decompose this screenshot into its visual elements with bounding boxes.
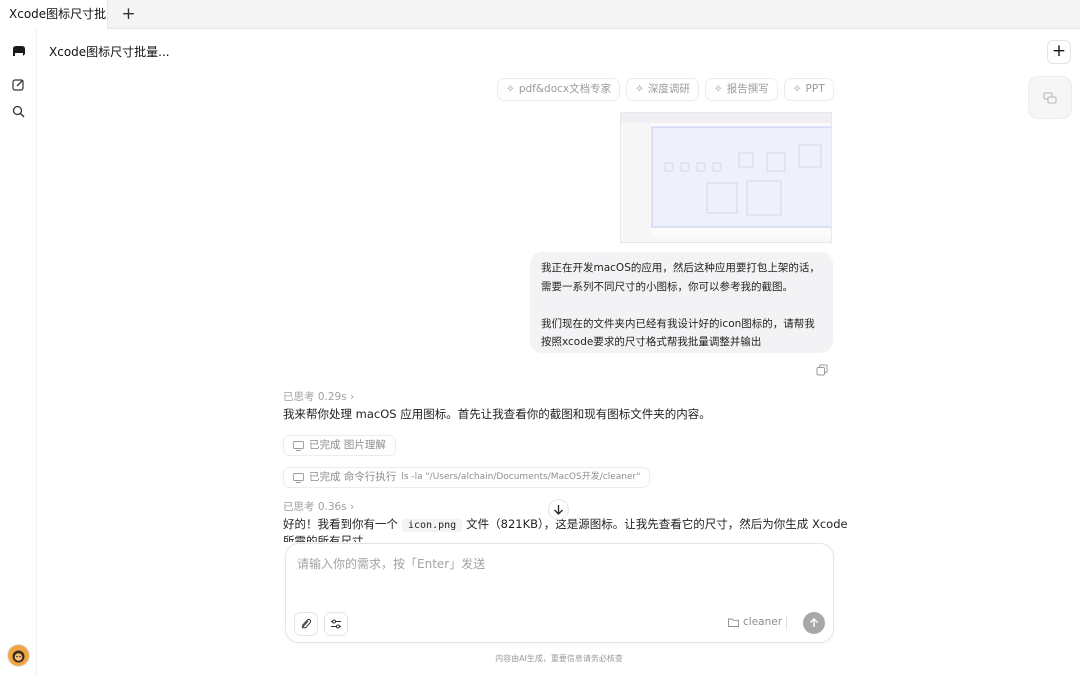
tool-icon bbox=[293, 472, 304, 483]
panel-toggle-button[interactable] bbox=[1028, 76, 1072, 119]
tool-icon bbox=[293, 440, 304, 451]
message-input[interactable] bbox=[297, 557, 817, 571]
switch-panel-icon bbox=[1043, 92, 1057, 103]
arrow-down-icon bbox=[554, 505, 563, 515]
tab-active[interactable]: Xcode图标尺寸批... bbox=[0, 0, 108, 29]
composer: cleaner bbox=[285, 543, 834, 643]
think-toggle[interactable]: 已思考 0.36s › bbox=[283, 499, 354, 514]
copy-icon[interactable] bbox=[816, 361, 829, 376]
assistant-reply: 我来帮你处理 macOS 应用图标。首先让我查看你的截图和现有图标文件夹的内容。 bbox=[283, 407, 711, 421]
folder-icon bbox=[728, 618, 739, 627]
sparkle-icon: ✧ bbox=[635, 83, 644, 95]
attach-button[interactable] bbox=[294, 612, 318, 636]
attached-screenshot[interactable] bbox=[620, 112, 832, 243]
edit-icon[interactable] bbox=[10, 76, 27, 93]
divider bbox=[786, 616, 787, 630]
user-message-line: 我们现在的文件夹内已经有我设计好的icon图标的，请帮我按照xcode要求的尺寸… bbox=[541, 317, 815, 349]
send-button[interactable] bbox=[803, 612, 825, 634]
plus-icon[interactable]: + bbox=[119, 5, 138, 24]
new-chat-button[interactable]: + bbox=[1047, 40, 1071, 64]
sparkle-icon: ✧ bbox=[713, 83, 723, 95]
paperclip-icon bbox=[301, 618, 312, 629]
user-message-bubble: 我正在开发macOS的应用，然后这种应用要打包上架的话，需要一系列不同尺寸的小图… bbox=[530, 252, 833, 353]
assistant-reply: 所需的所有尺寸 bbox=[283, 534, 364, 542]
skill-chip-report[interactable]: ✧ 报告撰写 bbox=[704, 78, 778, 101]
search-icon[interactable] bbox=[10, 103, 27, 120]
settings-button[interactable] bbox=[324, 612, 348, 636]
sliders-icon bbox=[331, 619, 341, 629]
think-toggle[interactable]: 已思考 0.29s › bbox=[283, 389, 354, 404]
sparkle-icon: ✧ bbox=[506, 83, 515, 95]
status-pill[interactable]: 已完成 图片理解 bbox=[283, 435, 396, 456]
left-rail bbox=[0, 29, 37, 676]
inline-code: icon.png bbox=[402, 519, 463, 532]
skill-chip-ppt[interactable]: ✧ PPT bbox=[783, 78, 834, 101]
skill-chips: ✧ pdf&docx文档专家 ✧ 深度调研 ✧ 报告撰写 ✧ PPT bbox=[497, 78, 834, 101]
logo-icon[interactable] bbox=[10, 42, 27, 59]
folder-selector[interactable]: cleaner bbox=[728, 616, 782, 628]
arrow-up-icon bbox=[810, 618, 818, 627]
status-pill[interactable]: 已完成 命令行执行 ls -la "/Users/alchain/Documen… bbox=[283, 467, 651, 488]
conversation-title: Xcode图标尺寸批量... bbox=[49, 45, 170, 59]
skill-chip-research[interactable]: ✧ 深度调研 bbox=[626, 78, 699, 101]
ai-disclaimer: 内容由AI生成，重要信息请务必核查 bbox=[495, 654, 623, 663]
user-message-line: 我正在开发macOS的应用，然后这种应用要打包上架的话，需要一系列不同尺寸的小图… bbox=[541, 262, 820, 293]
tab-strip: Xcode图标尺寸批... + bbox=[0, 0, 1080, 29]
command-text: ls -la "/Users/alchain/Documents/MacOS开发… bbox=[401, 472, 641, 482]
sparkle-icon: ✧ bbox=[792, 83, 802, 95]
assistant-reply: 好的！我看到你有一个 icon.png 文件（821KB），这是源图标。让我先查看它… bbox=[283, 517, 848, 532]
plus-icon: + bbox=[1051, 41, 1067, 61]
skill-chip-pdf[interactable]: ✧ pdf&docx文档专家 bbox=[497, 78, 621, 101]
scroll-down-button[interactable] bbox=[548, 499, 569, 520]
